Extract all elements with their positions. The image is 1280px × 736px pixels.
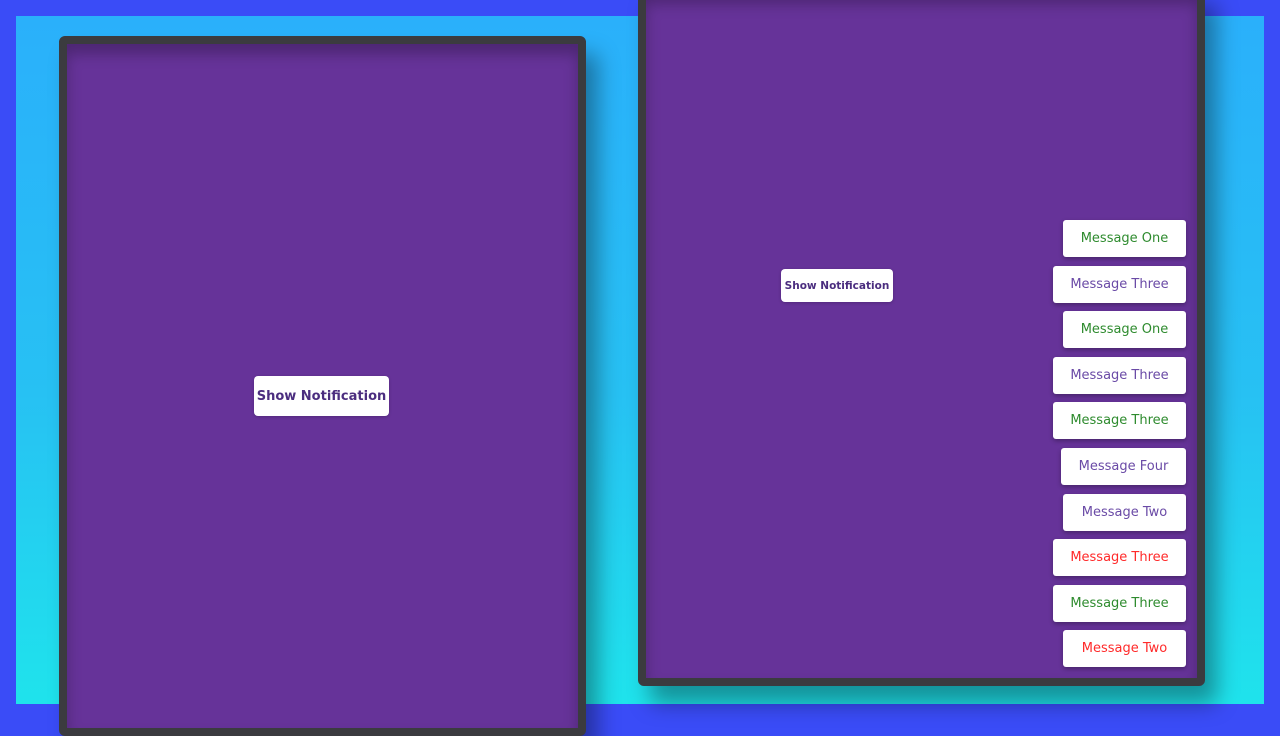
notification-toast[interactable]: Message One	[1063, 311, 1186, 349]
notification-toast[interactable]: Message Two	[1063, 630, 1186, 668]
notification-stack: Message One Message Three Message One Messa…	[1053, 220, 1186, 676]
notification-toast[interactable]: Message Three	[1053, 402, 1186, 440]
show-notification-button[interactable]: Show Notification	[781, 269, 893, 302]
notification-toast[interactable]: Message Two	[1063, 493, 1186, 531]
right-demo-panel: Show Notification Message One Message Thr…	[638, 0, 1205, 686]
left-demo-panel: Show Notification	[59, 36, 586, 736]
notification-toast[interactable]: Message One	[1063, 220, 1186, 257]
notification-toast[interactable]: Message Three	[1053, 265, 1186, 303]
show-notification-button[interactable]: Show Notification	[254, 376, 389, 416]
notification-toast[interactable]: Message Three	[1053, 539, 1186, 577]
notification-toast[interactable]: Message Three	[1053, 584, 1186, 622]
notification-toast[interactable]: Message Three	[1053, 356, 1186, 394]
notification-toast[interactable]: Message Four	[1061, 447, 1186, 485]
